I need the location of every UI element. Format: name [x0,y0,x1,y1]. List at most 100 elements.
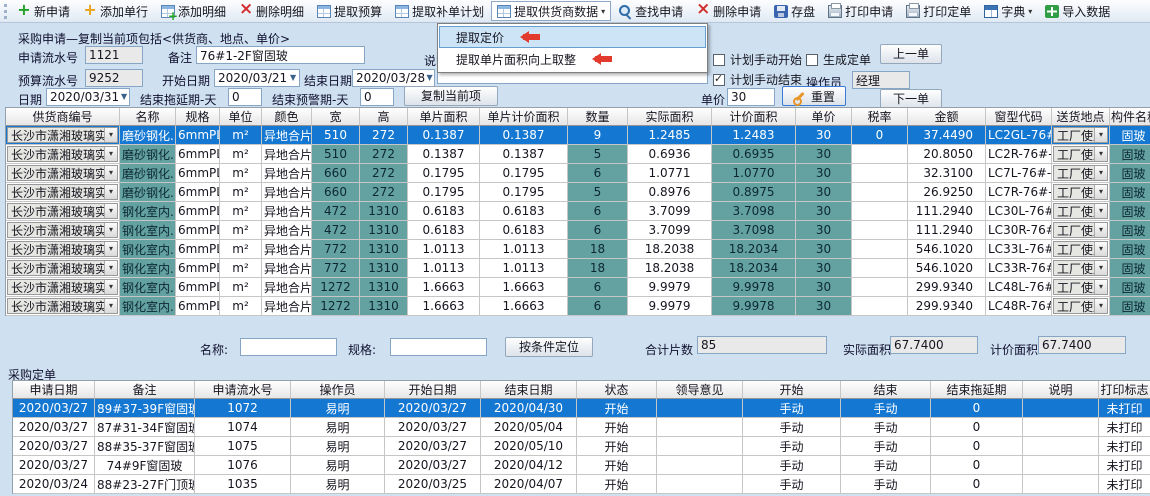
leader-opinion-cell[interactable] [657,456,743,475]
tax-rate-header[interactable]: 税率 [852,108,908,126]
table-row[interactable]: 2020/03/2789#37-39F窗固玻1072易明2020/03/2720… [13,399,1150,418]
status-cell[interactable]: 开始 [577,418,657,437]
height-cell[interactable]: 1310 [360,259,408,278]
unit-cell[interactable]: m² [220,240,262,259]
spec-cell[interactable]: 6mmPLE... [176,145,220,164]
delivery-location-dropdown[interactable]: 工厂使用▾ [1053,184,1108,200]
start-cell[interactable]: 手动 [743,437,841,456]
toolbar-button-dictionary[interactable]: 字典▾ [978,1,1038,21]
delivery-location-cell[interactable]: 工厂使用▾ [1052,240,1110,259]
supplier-dropdown[interactable]: 长沙市潇湘玻璃实...▾ [7,146,118,162]
qty-cell[interactable]: 9 [568,126,628,145]
remark-field[interactable] [196,46,365,64]
name-cell[interactable]: 磨砂钢化... [120,145,176,164]
toolbar-button-save[interactable]: 存盘 [768,1,821,21]
table-row[interactable]: 长沙市潇湘玻璃实...▾钢化室内...6mmPLE...m²异地合片472131… [6,202,1150,221]
supplier-dropdown[interactable]: 长沙市潇湘玻璃实...▾ [7,279,118,295]
unit-price-cell[interactable]: 30 [796,202,852,221]
leader-opinion-cell[interactable] [657,418,743,437]
chevron-down-icon[interactable]: ▾ [1094,185,1107,199]
actual-area-cell[interactable]: 1.0771 [628,164,712,183]
start-cell[interactable]: 手动 [743,399,841,418]
amount-cell[interactable]: 546.1020 [908,259,986,278]
remark-cell[interactable]: 87#31-34F窗固玻 [95,418,195,437]
delivery-location-cell[interactable]: 工厂使用▾ [1052,202,1110,221]
remark-header[interactable]: 备注 [95,381,195,399]
request-date-cell[interactable]: 2020/03/27 [13,437,95,456]
toolbar-button-delete-request[interactable]: 删除申请 [690,1,767,21]
width-cell[interactable]: 660 [312,164,360,183]
remark-cell[interactable]: 88#23-27F门顶玻 [95,475,195,494]
chevron-down-icon[interactable]: ▾ [104,147,117,161]
qty-cell[interactable]: 5 [568,183,628,202]
delivery-location-dropdown[interactable]: 工厂使用▾ [1053,260,1108,276]
supplier-cell[interactable]: 长沙市潇湘玻璃实...▾ [6,221,120,240]
piece-area-cell[interactable]: 0.1387 [408,126,480,145]
previous-order-button[interactable]: 上一单 [880,44,942,64]
qty-cell[interactable]: 5 [568,145,628,164]
table-row[interactable]: 长沙市潇湘玻璃实...▾钢化室内...6mmPLE...m²异地合片127213… [6,278,1150,297]
component-name-cell[interactable]: 固玻 [1110,183,1150,202]
spec-cell[interactable]: 6mmPLE... [176,240,220,259]
toolbar-button-extract-supplement-plan[interactable]: 提取补单计划 [389,1,490,21]
priced-area-cell[interactable]: 1.0770 [712,164,796,183]
table-row[interactable]: 长沙市潇湘玻璃实...▾磨砂钢化...6mmPLE...m²异地合片510272… [6,145,1150,164]
name-cell[interactable]: 钢化室内... [120,278,176,297]
table-row[interactable]: 2020/03/2788#35-37F窗固玻1075易明2020/03/2720… [13,437,1150,456]
color-cell[interactable]: 异地合片 [262,202,312,221]
width-cell[interactable]: 510 [312,145,360,164]
unit-price-cell[interactable]: 30 [796,145,852,164]
priced-area-cell[interactable]: 18.2034 [712,259,796,278]
tax-rate-cell[interactable] [852,240,908,259]
tax-rate-cell[interactable] [852,164,908,183]
operator-cell[interactable]: 易明 [291,456,385,475]
width-header[interactable]: 宽 [312,108,360,126]
end-cell[interactable]: 手动 [841,437,931,456]
window-code-cell[interactable]: LC33R-76#... [986,259,1052,278]
chevron-down-icon[interactable]: ▾ [104,280,117,294]
actual-area-header[interactable]: 实际面积 [628,108,712,126]
chevron-down-icon[interactable]: ▾ [104,261,117,275]
color-cell[interactable]: 异地合片 [262,164,312,183]
supplier-cell[interactable]: 长沙市潇湘玻璃实...▾ [6,240,120,259]
tax-rate-cell[interactable] [852,145,908,164]
spec-cell[interactable]: 6mmPLE... [176,297,220,316]
qty-cell[interactable]: 6 [568,221,628,240]
unit-cell[interactable]: m² [220,183,262,202]
piece-area-cell[interactable]: 0.6183 [408,202,480,221]
table-row[interactable]: 长沙市潇湘玻璃实...▾磨砂钢化...6mmPLE...m²异地合片660272… [6,183,1150,202]
priced-area-cell[interactable]: 0.6935 [712,145,796,164]
amount-cell[interactable]: 32.3100 [908,164,986,183]
leader-opinion-header[interactable]: 领导意见 [657,381,743,399]
request-date-cell[interactable]: 2020/03/27 [13,456,95,475]
amount-header[interactable]: 金额 [908,108,986,126]
request-no-cell[interactable]: 1076 [195,456,291,475]
end-delay-cell[interactable]: 0 [931,475,1023,494]
chevron-down-icon[interactable]: ▾ [104,223,117,237]
table-row[interactable]: 长沙市潇湘玻璃实...▾钢化室内...6mmPLE...m²异地合片772131… [6,259,1150,278]
amount-cell[interactable]: 20.8050 [908,145,986,164]
status-cell[interactable]: 开始 [577,475,657,494]
color-cell[interactable]: 异地合片 [262,259,312,278]
end-date-picker[interactable]: 2020/03/28 ▼ [352,69,435,87]
spec-header[interactable]: 规格 [176,108,220,126]
copy-current-item-button[interactable]: 复制当前项 [404,86,498,106]
supplier-cell[interactable]: 长沙市潇湘玻璃实...▾ [6,145,120,164]
filter-spec-input[interactable] [390,338,487,356]
actual-area-cell[interactable]: 1.2485 [628,126,712,145]
end-date-cell[interactable]: 2020/04/30 [481,399,577,418]
end-date-cell[interactable]: 2020/04/12 [481,456,577,475]
piece-area-cell[interactable]: 1.0113 [408,240,480,259]
priced-area-cell[interactable]: 1.2483 [712,126,796,145]
piece-priced-area-cell[interactable]: 1.6663 [480,278,568,297]
note-cell[interactable] [1023,437,1099,456]
start-date-cell[interactable]: 2020/03/27 [385,399,481,418]
supplier-cell[interactable]: 长沙市潇湘玻璃实...▾ [6,278,120,297]
window-code-cell[interactable]: LC30L-76#... [986,202,1052,221]
request-no-cell[interactable]: 1075 [195,437,291,456]
request-date-cell[interactable]: 2020/03/27 [13,418,95,437]
supplier-cell[interactable]: 长沙市潇湘玻璃实...▾ [6,259,120,278]
unit-price-field[interactable] [727,88,775,106]
filter-name-input[interactable] [240,338,337,356]
height-cell[interactable]: 1310 [360,240,408,259]
